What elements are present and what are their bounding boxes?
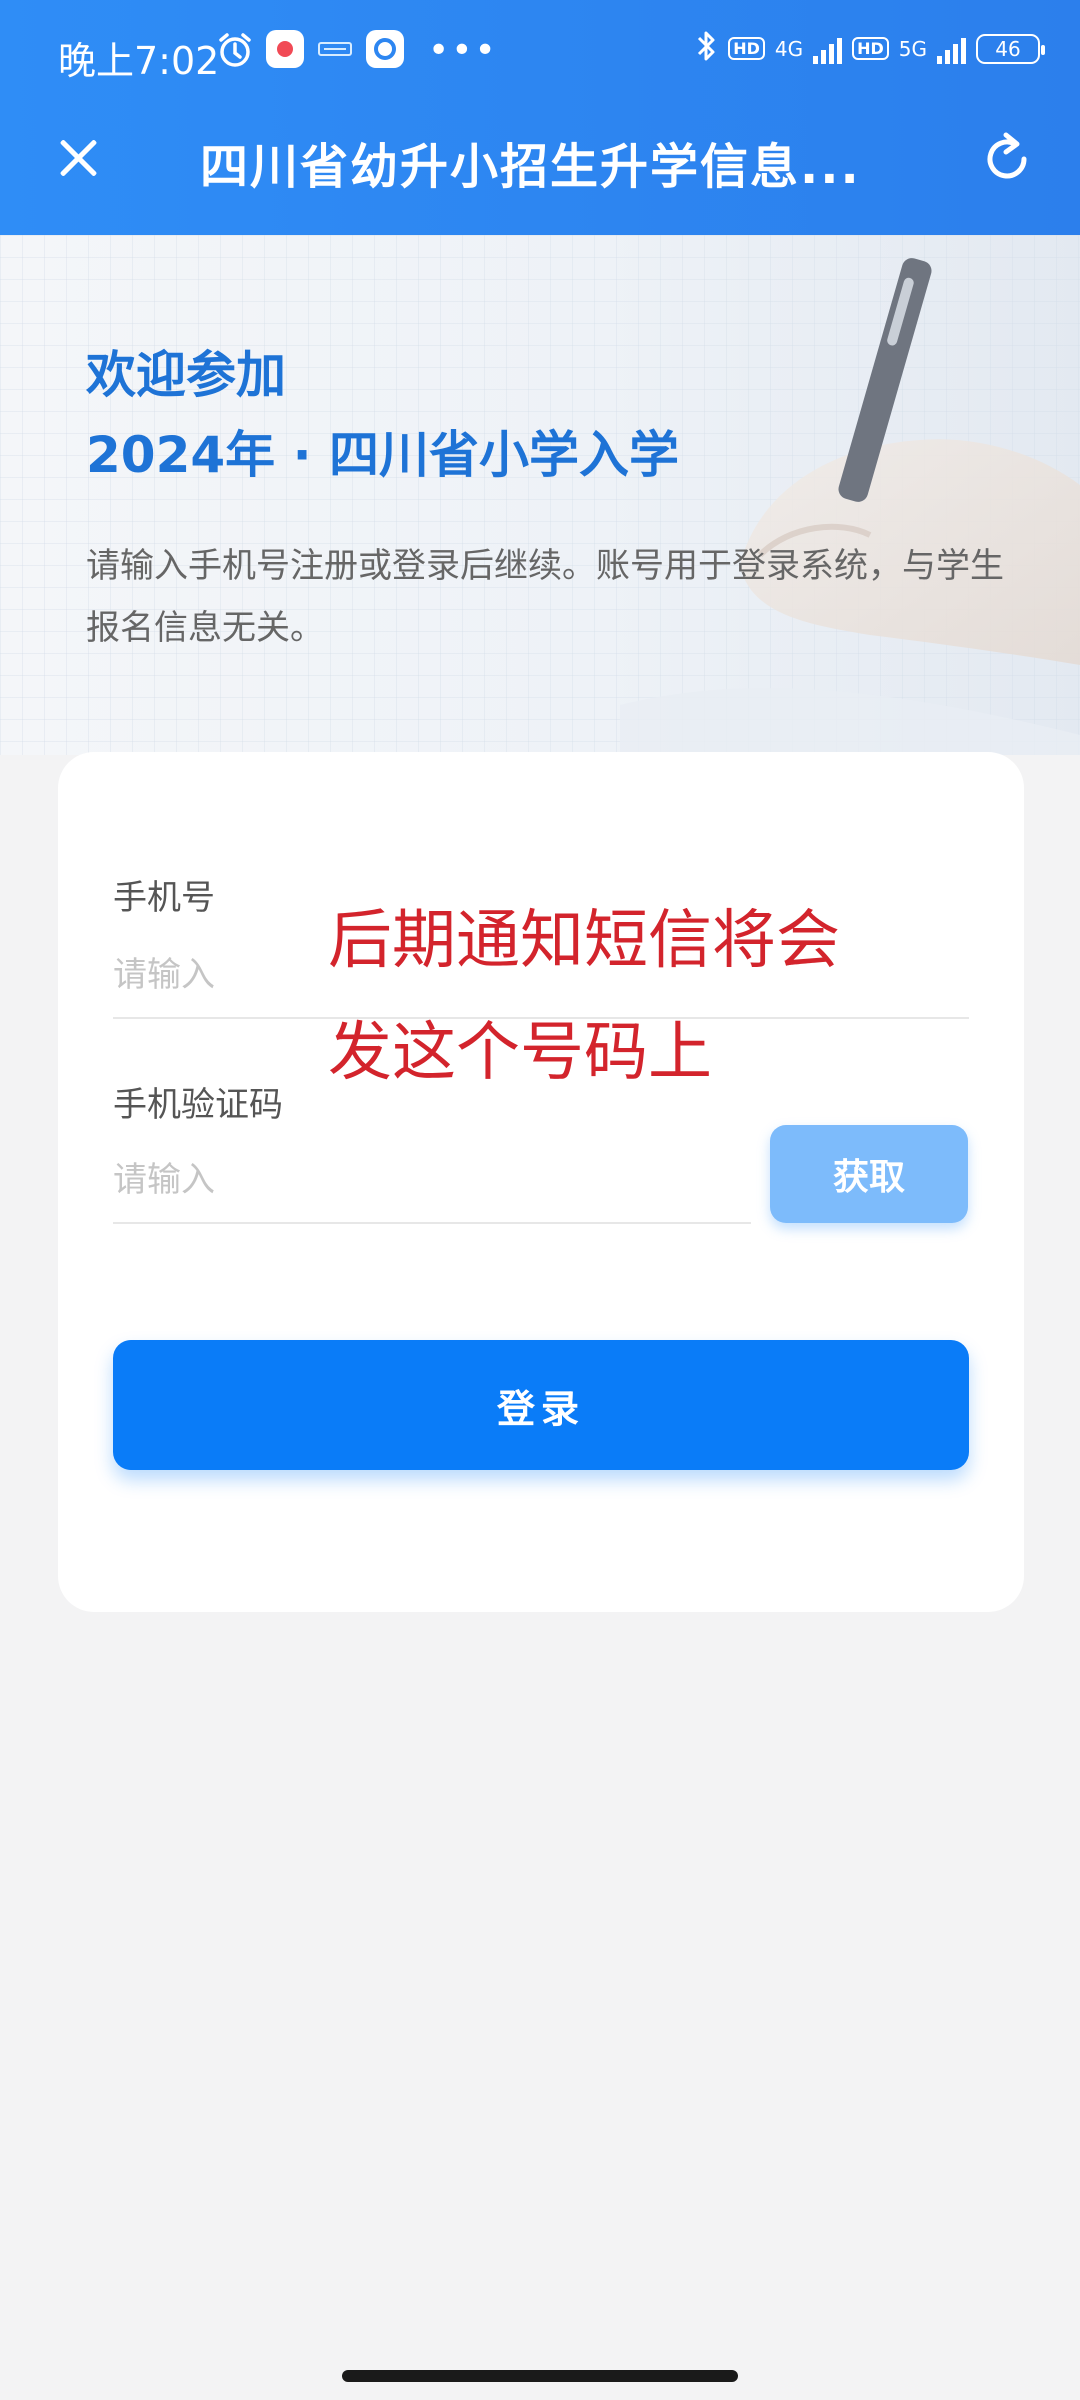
page-title: 四川省幼升小招生升学信息... [200,139,861,195]
home-indicator[interactable] [342,2370,738,2382]
welcome-heading-line2: 2024年 · 四川省小学入学 [86,426,679,484]
network-4g: 4G [774,36,804,61]
signal-icon [813,34,843,64]
annotation-line2: 发这个号码上 [328,1016,712,1090]
hd-badge: HD [728,37,765,60]
get-code-button[interactable]: 获取 [770,1125,968,1223]
annotation-overlay: 后期通知短信将会 发这个号码上 [328,885,888,1109]
battery-icon: 46 [976,33,1045,64]
app-bar: 四川省幼升小招生升学信息... [0,105,1080,235]
more-notifications-icon: ••• [428,30,498,71]
hd-badge-2: HD [852,37,889,60]
signal-icon-2 [937,34,966,64]
top-bar: 晚上7:02 ••• HD 4G HD 5G 46 四川省幼升小招生升学信息..… [0,0,1080,235]
welcome-heading-line1: 欢迎参加 [86,346,286,404]
refresh-button[interactable] [976,125,1040,189]
code-label: 手机验证码 [113,1085,283,1125]
writing-hand-illustration [620,258,1080,755]
keyboard-icon [316,30,354,68]
status-bar: 晚上7:02 ••• HD 4G HD 5G 46 [0,0,1080,105]
refresh-icon [987,132,1027,179]
alarm-icon [215,30,255,70]
app-notification-icon [366,30,404,68]
code-underline [113,1222,751,1224]
hero-banner: 欢迎参加 2024年 · 四川省小学入学 请输入手机号注册或登录后继续。账号用于… [0,235,1080,755]
close-button[interactable] [50,130,106,186]
bluetooth-icon [694,28,718,69]
record-app-icon [266,30,304,68]
status-right: HD 4G HD 5G 46 [694,28,1045,69]
phone-label: 手机号 [113,878,215,918]
login-card: 手机号 请输入 手机验证码 请输入 获取 登录 [58,752,1024,1612]
login-button[interactable]: 登录 [113,1340,969,1470]
login-hint-text: 请输入手机号注册或登录后继续。账号用于登录系统，与学生报名信息无关。 [86,546,1004,648]
annotation-line1: 后期通知短信将会 [328,904,840,978]
code-input[interactable]: 请输入 [113,1152,215,1201]
network-5g: 5G [898,36,927,61]
phone-input[interactable]: 请输入 [113,947,215,996]
status-time: 晚上7:02 [58,39,220,83]
